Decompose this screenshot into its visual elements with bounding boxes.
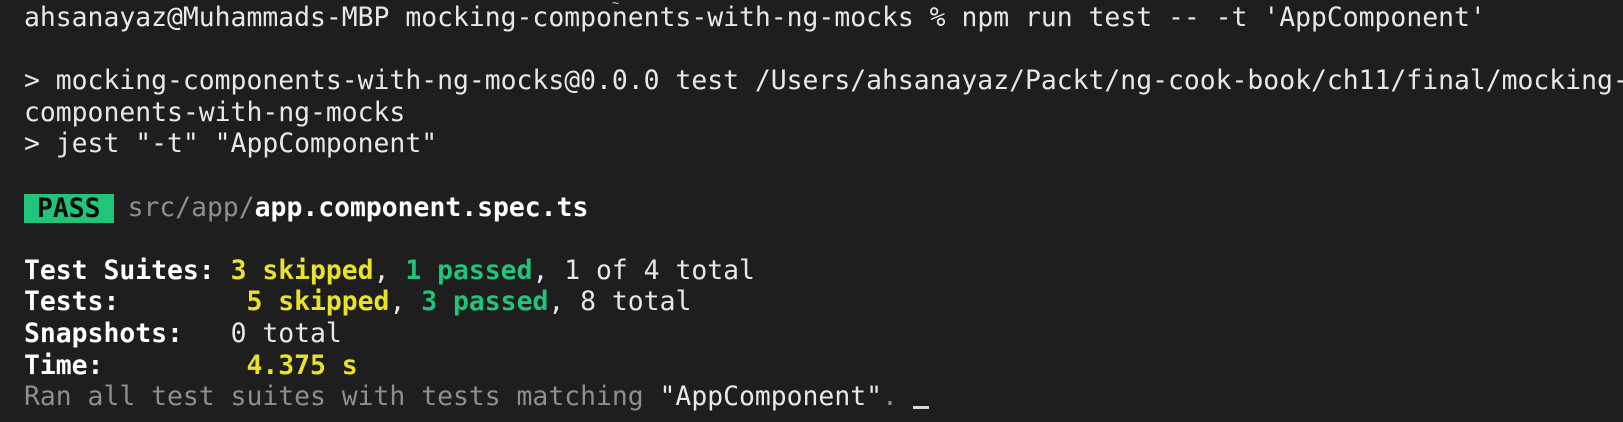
summary-footer-pattern: "AppComponent" bbox=[659, 381, 882, 413]
summary-time-line: Time: 4.375 s bbox=[24, 350, 1623, 382]
summary-tests-line: Tests: 5 skipped, 3 passed, 8 total bbox=[24, 286, 692, 318]
npm-script-line-continued: components-with-ng-mocks bbox=[24, 96, 406, 128]
summary-suites-label: Test Suites: bbox=[24, 254, 215, 286]
summary-footer-line: Ran all test suites with tests matching … bbox=[24, 381, 1623, 413]
summary-snapshots-label: Snapshots: bbox=[24, 317, 183, 349]
terminal-output: ahsanayaz@Muhammads-MBP mocking-componen… bbox=[24, 2, 1623, 413]
spec-file-dir: src/app/ bbox=[127, 191, 255, 223]
summary-footer-prefix: Ran all test suites with tests matching bbox=[24, 381, 660, 413]
spec-file-name: app.component.spec.ts bbox=[254, 191, 589, 223]
summary-time-label: Time: bbox=[24, 349, 104, 381]
summary-suites-skipped: 3 skipped bbox=[230, 254, 374, 286]
prompt-command: npm run test -- -t 'AppComponent' bbox=[961, 2, 1486, 33]
summary-tests-skipped: 5 skipped bbox=[246, 286, 390, 318]
summary-tests-total: 8 total bbox=[580, 286, 692, 318]
prompt-directory: mocking-components-with-ng-mocks bbox=[405, 2, 914, 33]
terminal-cursor bbox=[913, 406, 929, 409]
npm-script-line: > mocking-components-with-ng-mocks@0.0.0… bbox=[24, 65, 1623, 97]
summary-snapshots-line: Snapshots: 0 total bbox=[24, 318, 1623, 350]
summary-snapshots-value: 0 total bbox=[230, 317, 342, 349]
summary-tests-passed: 3 passed bbox=[421, 286, 549, 318]
terminal-window[interactable]: ~ ahsanayaz@Muhammads-MBP mocking-compon… bbox=[0, 0, 1623, 422]
prompt-symbol: % bbox=[929, 2, 946, 33]
summary-suites-passed: 1 passed bbox=[405, 254, 533, 286]
test-result-line: PASS src/app/app.component.spec.ts bbox=[24, 192, 1623, 224]
prompt-line: ahsanayaz@Muhammads-MBP mocking-componen… bbox=[24, 2, 1623, 34]
summary-tests-label: Tests: bbox=[24, 286, 120, 318]
summary-suites-total: 1 of 4 total bbox=[564, 254, 755, 286]
pass-badge: PASS bbox=[24, 193, 114, 223]
summary-suites-line: Test Suites: 3 skipped, 1 passed, 1 of 4… bbox=[24, 254, 755, 286]
jest-command-line: > jest "-t" "AppComponent" bbox=[24, 128, 438, 160]
summary-footer-suffix: . bbox=[882, 381, 898, 413]
summary-time-value: 4.375 s bbox=[246, 349, 358, 381]
prompt-user-host: ahsanayaz@Muhammads-MBP bbox=[24, 2, 390, 33]
